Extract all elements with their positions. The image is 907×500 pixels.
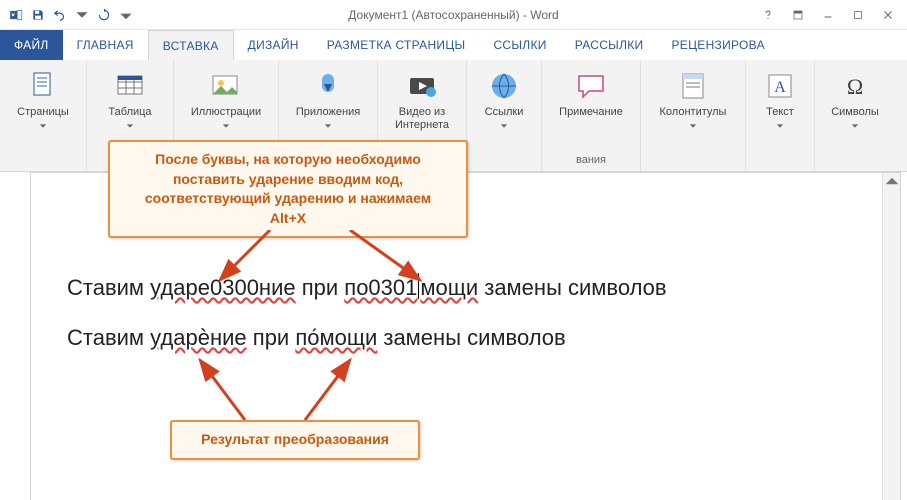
comment-label: Примечание	[559, 106, 623, 119]
save-icon[interactable]	[28, 5, 48, 25]
ribbon-group-text: A Текст	[746, 60, 815, 171]
links-label: Ссылки	[485, 106, 524, 119]
body-line-1[interactable]: Ставим ударе0300ние при по0301мощи замен…	[67, 273, 846, 301]
callout-top: После буквы, на которую необходимо поста…	[108, 140, 468, 238]
ribbon-group-links: Ссылки	[467, 60, 542, 171]
ribbon-group-symbols: Ω Символы	[815, 60, 895, 171]
close-icon[interactable]	[873, 4, 903, 26]
titlebar: Документ1 (Автосохраненный) - Word	[0, 0, 907, 30]
tab-layout[interactable]: РАЗМЕТКА СТРАНИЦЫ	[313, 30, 480, 60]
illustrations-icon	[210, 70, 242, 102]
comment-button[interactable]: Примечание	[550, 66, 632, 119]
table-button[interactable]: Таблица	[95, 66, 165, 127]
illustrations-label: Иллюстрации	[191, 106, 261, 119]
video-label: Видео из Интернета	[395, 106, 449, 131]
tab-references[interactable]: ССЫЛКИ	[479, 30, 560, 60]
scroll-up-icon[interactable]	[884, 173, 900, 189]
word-logo-icon[interactable]	[6, 5, 26, 25]
body-line-2[interactable]: Ставим ударѐние при по́мощи замены симво…	[67, 325, 846, 351]
text-button[interactable]: A Текст	[754, 66, 806, 127]
ribbon-tabs: ФАЙЛ ГЛАВНАЯ ВСТАВКА ДИЗАЙН РАЗМЕТКА СТР…	[0, 30, 907, 60]
comment-icon	[575, 70, 607, 102]
qat-dropdown-icon[interactable]	[116, 5, 136, 25]
quick-access-toolbar	[0, 0, 136, 29]
symbols-label: Символы	[831, 106, 879, 119]
pages-button[interactable]: Страницы	[8, 66, 78, 127]
tab-design[interactable]: ДИЗАЙН	[234, 30, 313, 60]
illustrations-button[interactable]: Иллюстрации	[182, 66, 270, 127]
ribbon-options-icon[interactable]	[783, 4, 813, 26]
headers-icon	[677, 70, 709, 102]
tab-home[interactable]: ГЛАВНАЯ	[63, 30, 148, 60]
ribbon-group-comment: Примечание вания	[542, 60, 641, 171]
ribbon-group-pages: Страницы	[0, 60, 87, 171]
window-controls	[753, 4, 907, 26]
links-button[interactable]: Ссылки	[475, 66, 533, 127]
minimize-icon[interactable]	[813, 4, 843, 26]
apps-button[interactable]: Приложения	[287, 66, 369, 127]
pages-label: Страницы	[17, 106, 69, 119]
maximize-icon[interactable]	[843, 4, 873, 26]
tab-review[interactable]: РЕЦЕНЗИРОВА	[657, 30, 778, 60]
ribbon-group-headers: Колонтитулы	[641, 60, 746, 171]
callout-bottom: Результат преобразования	[170, 420, 420, 460]
headers-button[interactable]: Колонтитулы	[649, 66, 737, 127]
tab-file[interactable]: ФАЙЛ	[0, 30, 63, 60]
text-label: Текст	[766, 106, 794, 119]
headers-label: Колонтитулы	[660, 106, 727, 119]
table-icon	[114, 70, 146, 102]
symbols-button[interactable]: Ω Символы	[823, 66, 887, 127]
table-label: Таблица	[108, 106, 151, 119]
apps-label: Приложения	[296, 106, 360, 119]
tab-insert[interactable]: ВСТАВКА	[148, 30, 234, 60]
undo-dropdown-icon[interactable]	[72, 5, 92, 25]
video-icon	[406, 70, 438, 102]
help-icon[interactable]	[753, 4, 783, 26]
text-icon: A	[764, 70, 796, 102]
vertical-scrollbar[interactable]	[882, 173, 900, 500]
redo-icon[interactable]	[94, 5, 114, 25]
svg-text:Ω: Ω	[847, 74, 863, 99]
video-button[interactable]: Видео из Интернета	[386, 66, 458, 131]
links-icon	[488, 70, 520, 102]
undo-icon[interactable]	[50, 5, 70, 25]
apps-icon	[312, 70, 344, 102]
tab-mailings[interactable]: РАССЫЛКИ	[561, 30, 658, 60]
symbols-icon: Ω	[839, 70, 871, 102]
pages-icon	[27, 70, 59, 102]
svg-text:A: A	[774, 79, 786, 96]
